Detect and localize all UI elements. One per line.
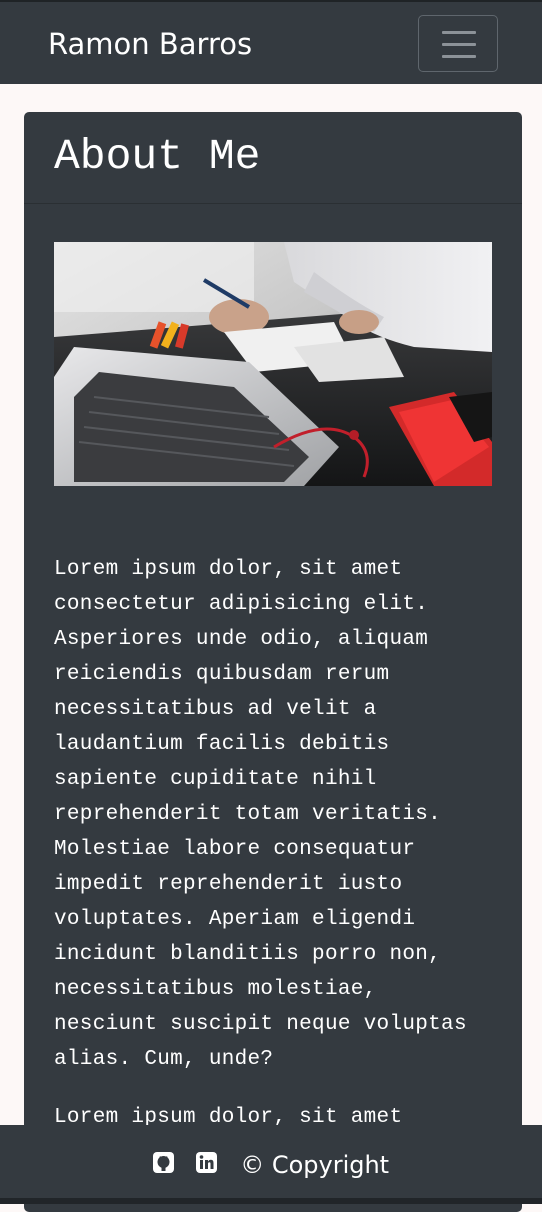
copyright-text: © Copyright	[240, 1151, 390, 1179]
footer: © Copyright	[0, 1125, 542, 1204]
about-photo	[54, 242, 492, 486]
navbar-toggler-button[interactable]	[418, 15, 498, 72]
about-paragraph: Lorem ipsum dolor, sit amet consectetur …	[54, 558, 467, 1071]
navbar-brand[interactable]: Ramon Barros	[48, 24, 252, 64]
about-card: About Me Lorem ipsum dolor, sit amet con…	[24, 112, 522, 1212]
card-header: About Me	[24, 112, 522, 204]
navbar: Ramon Barros	[0, 0, 542, 84]
github-icon[interactable]	[152, 1148, 174, 1182]
linkedin-icon[interactable]	[195, 1148, 217, 1182]
page-title: About Me	[54, 132, 261, 181]
